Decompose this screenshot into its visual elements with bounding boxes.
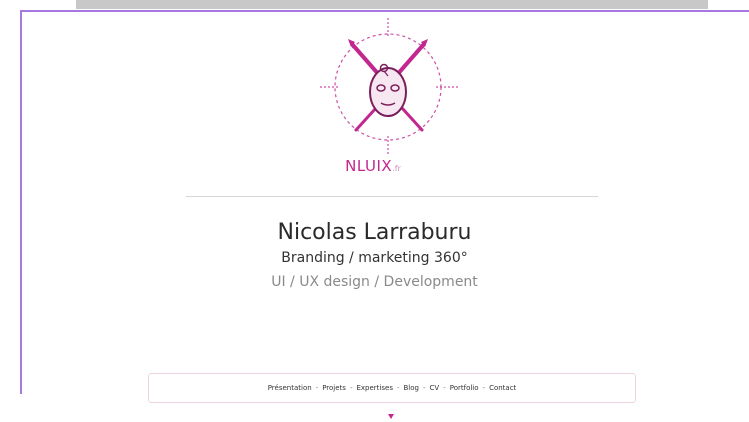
- nav-item-projets[interactable]: Projets: [322, 384, 346, 392]
- nav-separator: -: [349, 384, 353, 392]
- artist-mask-logo-icon: [320, 18, 460, 154]
- nav-separator: -: [396, 384, 400, 392]
- nav-item-contact[interactable]: Contact: [489, 384, 516, 392]
- nav-item-blog[interactable]: Blog: [404, 384, 419, 392]
- nav-item-cv[interactable]: CV: [430, 384, 440, 392]
- caret-down-icon[interactable]: [388, 414, 394, 419]
- top-scrollbar-strip: [76, 0, 708, 9]
- hero-name: Nicolas Larraburu: [277, 220, 472, 245]
- nav-separator: -: [315, 384, 319, 392]
- hero-tagline: Branding / marketing 360°: [281, 250, 468, 266]
- nav-separator: -: [482, 384, 486, 392]
- site-logo[interactable]: NLUIX.fr: [318, 12, 468, 182]
- nav-item-portfolio[interactable]: Portfolio: [450, 384, 479, 392]
- brand-name: NLUIX: [345, 157, 393, 175]
- nav-separator: -: [443, 384, 446, 392]
- main-nav: Présentation - Projets - Expertises - Bl…: [148, 373, 636, 403]
- nav-item-presentation[interactable]: Présentation: [268, 384, 312, 392]
- nav-separator: -: [422, 384, 426, 392]
- nav-item-expertises[interactable]: Expertises: [356, 384, 392, 392]
- header-divider: [186, 196, 598, 197]
- hero-subtagline: UI / UX design / Development: [271, 274, 478, 290]
- brand-wordmark: NLUIX.fr: [318, 157, 428, 175]
- brand-tld: .fr: [392, 164, 401, 173]
